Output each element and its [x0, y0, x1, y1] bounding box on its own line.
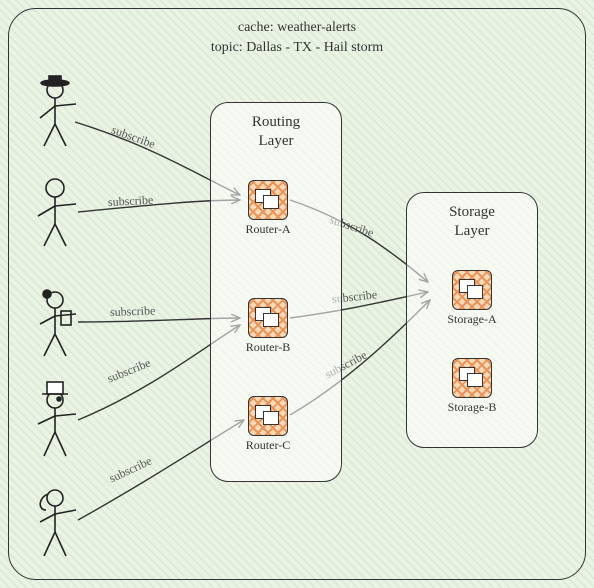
storage-b-label: Storage-B [448, 400, 497, 415]
edge-label-u2: subscribe [108, 193, 154, 210]
actor-user-hat [32, 76, 78, 146]
storage-a-label: Storage-A [447, 312, 496, 327]
actor-user-bun [32, 286, 78, 356]
header: cache: weather-alerts topic: Dallas - TX… [0, 18, 594, 57]
actor-user-tophat [32, 380, 78, 450]
actor-user-plain [32, 176, 78, 246]
header-topic: topic: Dallas - TX - Hail storm [0, 38, 594, 58]
routing-title: Routing Layer [211, 113, 341, 151]
router-c-label: Router-C [246, 438, 290, 453]
diagram-canvas: cache: weather-alerts topic: Dallas - TX… [0, 0, 594, 588]
router-b-label: Router-B [246, 340, 290, 355]
router-a-label: Router-A [245, 222, 290, 237]
router-a-node [248, 180, 288, 220]
actor-user-ponytail [32, 486, 78, 556]
storage-title: Storage Layer [407, 203, 537, 241]
storage-b-node [452, 358, 492, 398]
storage-a-node [452, 270, 492, 310]
router-c-node [248, 396, 288, 436]
header-cache: cache: weather-alerts [0, 18, 594, 38]
edge-label-u3: subscribe [110, 303, 156, 320]
router-b-node [248, 298, 288, 338]
